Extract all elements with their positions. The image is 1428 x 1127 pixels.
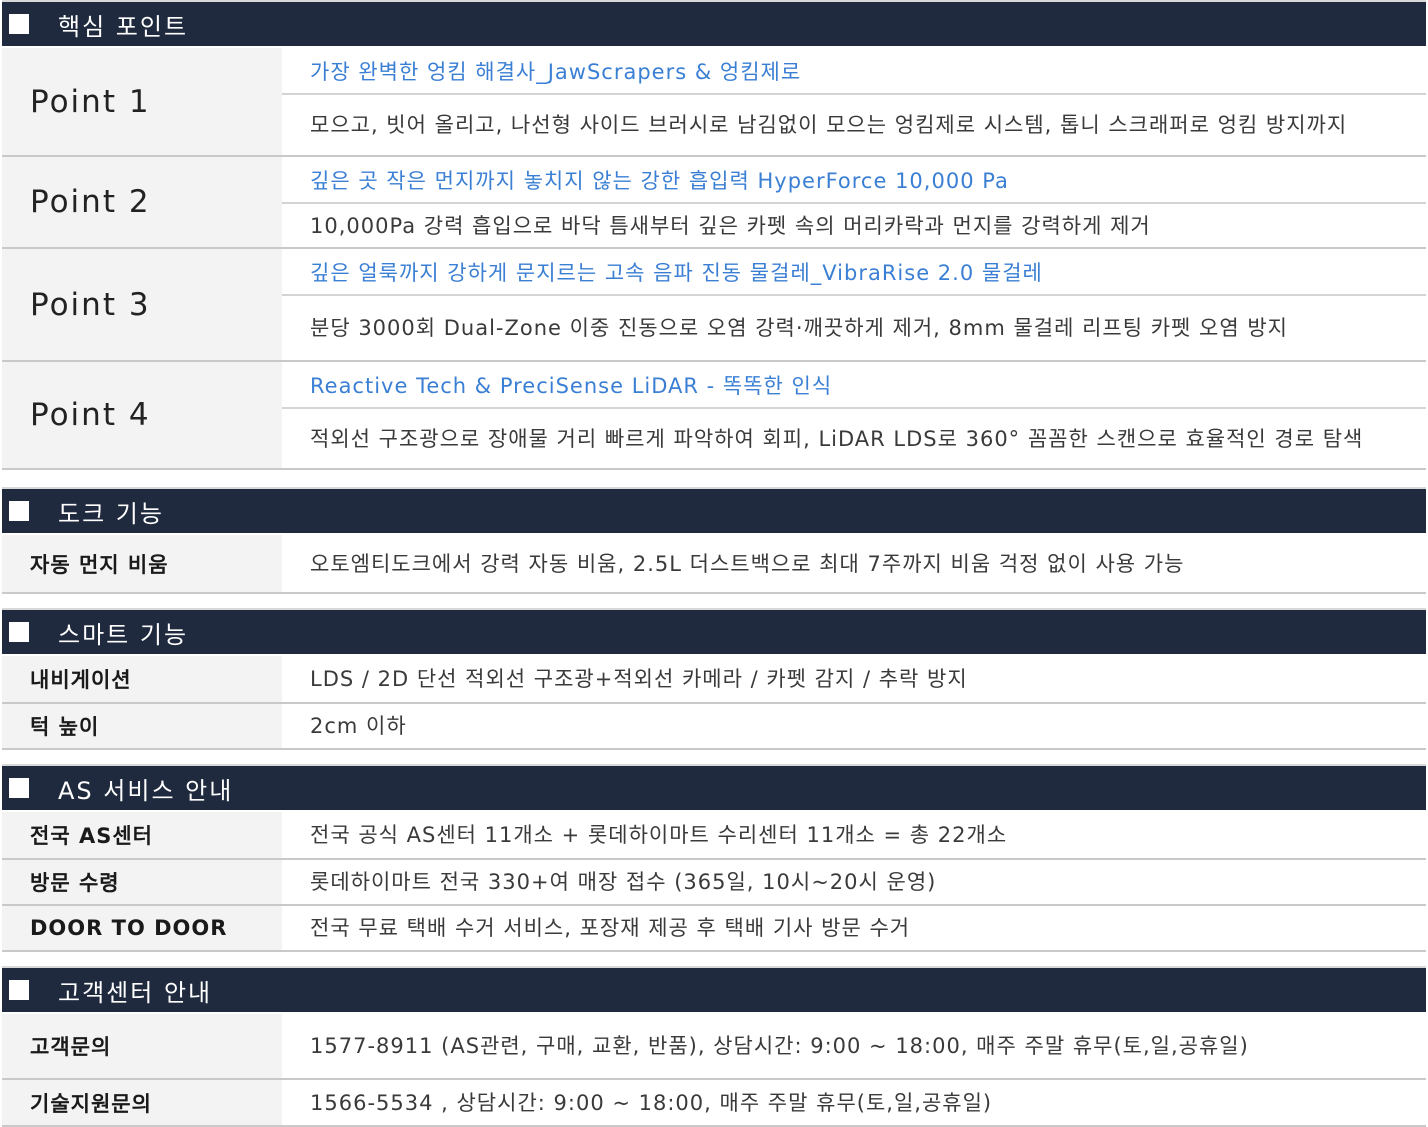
section-title: AS 서비스 안내 [58,776,234,805]
spec-value: 전국 공식 AS센터 11개소 + 롯데하이마트 수리센터 11개소 = 총 2… [310,823,1008,847]
spec-row: 내비게이션 LDS / 2D 단선 적외선 구조광+적외선 카메라 / 카펫 감… [2,656,1426,704]
point-description-text: 10,000Pa 강력 흡입으로 바닥 틈새부터 깊은 카펫 속의 머리카락과 … [310,213,1151,238]
spec-row: DOOR TO DOOR 전국 무료 택배 수거 서비스, 포장재 제공 후 택… [2,906,1426,952]
section-smart: 스마트 기능 내비게이션 LDS / 2D 단선 적외선 구조광+적외선 카메라… [2,608,1426,750]
spec-value: 오토엠티도크에서 강력 자동 비움, 2.5L 더스트백으로 최대 7주까지 비… [310,551,1185,576]
square-icon [9,14,29,34]
point-description: 모으고, 빗어 올리고, 나선형 사이드 브러시로 남김없이 모으는 엉킴제로 … [282,95,1426,155]
spec-row: 턱 높이 2cm 이하 [2,704,1426,750]
point-description: 적외선 구조광으로 장애물 거리 빠르게 파악하여 회피, LiDAR LDS로… [282,409,1426,468]
point-label: Point 1 [2,48,282,155]
point-label: Point 4 [2,362,282,468]
point-headline: 가장 완벽한 엉킴 해결사_JawScrapers & 엉킴제로 [282,48,1426,95]
section-title: 핵심 포인트 [58,12,189,41]
square-icon [9,778,29,798]
spec-value: LDS / 2D 단선 적외선 구조광+적외선 카메라 / 카펫 감지 / 추락… [310,667,968,691]
spec-label: 전국 AS센터 [2,812,282,858]
point-rows: Point 1 가장 완벽한 엉킴 해결사_JawScrapers & 엉킴제로… [2,48,1426,470]
section-title: 도크 기능 [58,499,164,528]
point-description-text: 분당 3000회 Dual-Zone 이중 진동으로 오염 강력·깨끗하게 제거… [310,316,1288,340]
section-customer-center: 고객센터 안내 고객문의 1577-8911 (AS관련, 구매, 교환, 반품… [2,966,1426,1127]
point-headline: 깊은 얼룩까지 강하게 문지르는 고속 음파 진동 물걸레_VibraRise … [282,249,1426,296]
spec-value: 2cm 이하 [310,714,407,738]
spec-value: 롯데하이마트 전국 330+여 매장 접수 (365일, 10시~20시 운영) [310,870,937,894]
spec-value: 전국 무료 택배 수거 서비스, 포장재 제공 후 택배 기사 방문 수거 [310,916,911,940]
spec-rows: 전국 AS센터 전국 공식 AS센터 11개소 + 롯데하이마트 수리센터 11… [2,812,1426,952]
square-icon [9,622,29,642]
spec-value: 1577-8911 (AS관련, 구매, 교환, 반품), 상담시간: 9:00… [310,1034,1249,1058]
spec-label: 턱 높이 [2,704,282,748]
point-content: 가장 완벽한 엉킴 해결사_JawScrapers & 엉킴제로 모으고, 빗어… [282,48,1426,155]
spec-label: 자동 먼지 비움 [2,535,282,592]
point-row: Point 3 깊은 얼룩까지 강하게 문지르는 고속 음파 진동 물걸레_Vi… [2,249,1426,362]
point-row: Point 2 깊은 곳 작은 먼지까지 놓치지 않는 강한 흡입력 Hyper… [2,157,1426,249]
spec-row: 고객문의 1577-8911 (AS관련, 구매, 교환, 반품), 상담시간:… [2,1014,1426,1080]
section-header: 핵심 포인트 [2,2,1426,46]
section-title: 고객센터 안내 [58,978,213,1007]
spec-label: 방문 수령 [2,860,282,904]
spec-label: 고객문의 [2,1014,282,1078]
spec-value: 1566-5534 , 상담시간: 9:00 ~ 18:00, 매주 주말 휴무… [310,1090,993,1115]
spec-row: 방문 수령 롯데하이마트 전국 330+여 매장 접수 (365일, 10시~2… [2,860,1426,906]
point-row: Point 1 가장 완벽한 엉킴 해결사_JawScrapers & 엉킴제로… [2,48,1426,157]
point-row: Point 4 Reactive Tech & PreciSense LiDAR… [2,362,1426,470]
spec-rows: 고객문의 1577-8911 (AS관련, 구매, 교환, 반품), 상담시간:… [2,1014,1426,1127]
point-content: 깊은 얼룩까지 강하게 문지르는 고속 음파 진동 물걸레_VibraRise … [282,249,1426,360]
section-header: 도크 기능 [2,489,1426,533]
spec-rows: 자동 먼지 비움 오토엠티도크에서 강력 자동 비움, 2.5L 더스트백으로 … [2,535,1426,594]
point-content: 깊은 곳 작은 먼지까지 놓치지 않는 강한 흡입력 HyperForce 10… [282,157,1426,247]
point-description: 10,000Pa 강력 흡입으로 바닥 틈새부터 깊은 카펫 속의 머리카락과 … [282,204,1426,247]
section-header: 고객센터 안내 [2,968,1426,1012]
section-header: 스마트 기능 [2,610,1426,654]
point-description-text: 모으고, 빗어 올리고, 나선형 사이드 브러시로 남김없이 모으는 엉킴제로 … [310,113,1348,137]
section-as-service: AS 서비스 안내 전국 AS센터 전국 공식 AS센터 11개소 + 롯데하이… [2,764,1426,952]
spec-label: 내비게이션 [2,656,282,702]
square-icon [9,501,29,521]
point-label: Point 3 [2,249,282,360]
point-label: Point 2 [2,157,282,247]
spec-label: 기술지원문의 [2,1080,282,1125]
spec-row: 기술지원문의 1566-5534 , 상담시간: 9:00 ~ 18:00, 매… [2,1080,1426,1127]
section-dock: 도크 기능 자동 먼지 비움 오토엠티도크에서 강력 자동 비움, 2.5L 더… [2,487,1426,594]
point-description: 분당 3000회 Dual-Zone 이중 진동으로 오염 강력·깨끗하게 제거… [282,296,1426,360]
point-headline: Reactive Tech & PreciSense LiDAR - 똑똑한 인… [282,362,1426,409]
spec-row: 전국 AS센터 전국 공식 AS센터 11개소 + 롯데하이마트 수리센터 11… [2,812,1426,860]
point-content: Reactive Tech & PreciSense LiDAR - 똑똑한 인… [282,362,1426,468]
spec-rows: 내비게이션 LDS / 2D 단선 적외선 구조광+적외선 카메라 / 카펫 감… [2,656,1426,750]
spec-label: DOOR TO DOOR [2,906,282,950]
point-description-text: 적외선 구조광으로 장애물 거리 빠르게 파악하여 회피, LiDAR LDS로… [310,426,1364,451]
square-icon [9,980,29,1000]
spec-row: 자동 먼지 비움 오토엠티도크에서 강력 자동 비움, 2.5L 더스트백으로 … [2,535,1426,594]
point-headline: 깊은 곳 작은 먼지까지 놓치지 않는 강한 흡입력 HyperForce 10… [282,157,1426,204]
section-header: AS 서비스 안내 [2,766,1426,810]
section-title: 스마트 기능 [58,620,189,649]
section-key-points: 핵심 포인트 Point 1 가장 완벽한 엉킴 해결사_JawScrapers… [2,0,1426,470]
